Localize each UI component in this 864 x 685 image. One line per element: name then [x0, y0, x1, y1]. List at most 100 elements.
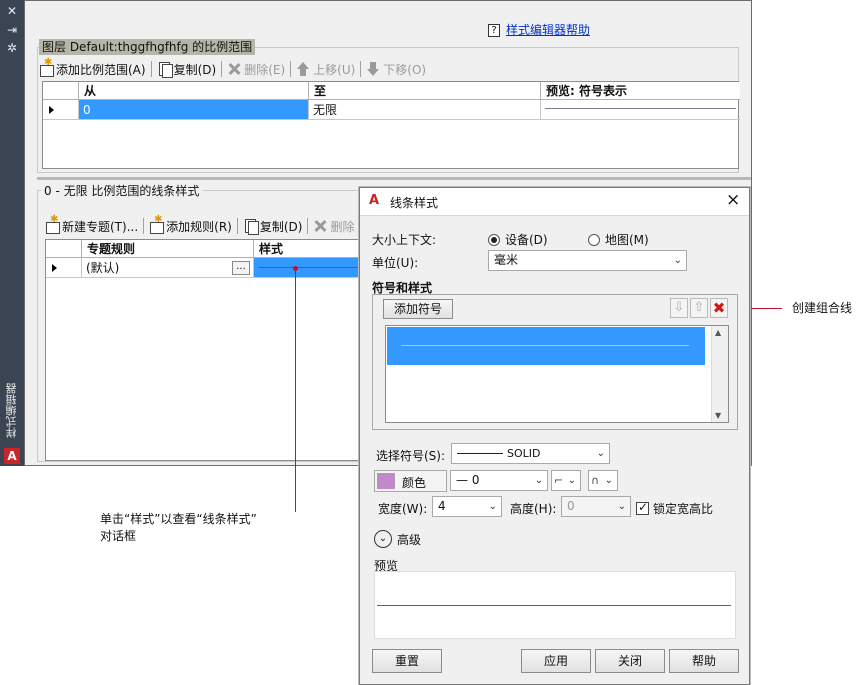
- copy-range-button[interactable]: 复制(D): [157, 60, 216, 78]
- size-context-label: 大小上下文:: [372, 233, 437, 247]
- map-radio[interactable]: 地图(M): [588, 231, 649, 248]
- width-select[interactable]: 4 ⌄: [432, 496, 502, 517]
- advanced-toggle[interactable]: ⌄ 高级: [374, 530, 421, 548]
- copy-icon: [157, 62, 173, 78]
- checkbox-checked-icon: [636, 500, 649, 515]
- scroll-up-icon[interactable]: ▲: [715, 328, 721, 337]
- help-row: ? 样式编辑器帮助: [488, 21, 590, 38]
- move-up-icon[interactable]: ⇧: [690, 298, 708, 318]
- units-label: 单位(U):: [372, 256, 419, 270]
- rule-toolbar: 新建专题(T)... 添加规则(R) 复制(D) 删除: [45, 214, 354, 235]
- width-label: 宽度(W):: [378, 502, 428, 516]
- apply-button[interactable]: 应用: [521, 649, 591, 673]
- add-rule-icon: [149, 214, 165, 234]
- callout-line: [295, 268, 296, 512]
- autocad-logo-icon: A: [369, 193, 380, 208]
- theme-rule-grid: 专题规则 样式 (默认)...: [45, 239, 366, 461]
- units-select[interactable]: 毫米 ⌄: [488, 250, 687, 271]
- chevron-down-icon: ⌄: [604, 475, 613, 486]
- column-header-style: 样式: [254, 240, 366, 258]
- symbol-list-scrollbar[interactable]: ▲ ▼: [711, 326, 728, 422]
- help-button[interactable]: 帮助: [669, 649, 739, 673]
- chevron-down-icon: ⌄: [673, 255, 682, 266]
- delete-icon: [313, 219, 327, 233]
- move-down-button[interactable]: 下移(O): [366, 60, 426, 78]
- row-selector[interactable]: [46, 258, 82, 278]
- add-rule-button[interactable]: 添加规则(R): [149, 214, 232, 235]
- symbol-order-buttons: ⇩ ⇧ ✖: [670, 298, 728, 319]
- splitter[interactable]: [37, 177, 751, 180]
- row-selector[interactable]: [43, 100, 79, 120]
- column-header-from: 从: [79, 82, 309, 100]
- line-join-select[interactable]: ⌐ ⌄: [551, 470, 581, 491]
- copy-rule-button[interactable]: 复制(D): [243, 217, 302, 235]
- symbol-select[interactable]: SOLID ⌄: [451, 443, 610, 464]
- callout-click-style: 单击“样式”以查看“线条样式” 对话框: [100, 512, 257, 543]
- properties-icon[interactable]: ✲: [4, 41, 20, 55]
- rule-ellipsis-button[interactable]: ...: [232, 261, 250, 275]
- add-range-icon: [39, 57, 54, 77]
- color-button[interactable]: 颜色: [374, 470, 447, 492]
- palette-title: 样式编辑器: [5, 383, 18, 438]
- line-style-dialog: A 线条样式 × 大小上下文: 设备(D) 地图(M) 单位(U): 毫米 ⌄ 符…: [359, 187, 750, 685]
- row-header-corner: [43, 82, 79, 100]
- symbols-panel: 添加符号 ⇩ ⇧ ✖ ▲ ▼: [372, 294, 738, 430]
- chevron-down-icon: ⌄: [596, 448, 605, 459]
- auto-hide-icon[interactable]: ⇥: [4, 23, 20, 37]
- height-label: 高度(H):: [510, 502, 557, 516]
- height-select[interactable]: 0 ⌄: [561, 496, 631, 517]
- line-cap-icon: ∩: [591, 474, 600, 487]
- color-swatch: [377, 473, 395, 489]
- preview-line: [377, 605, 731, 606]
- range-from-cell[interactable]: 0: [79, 100, 309, 120]
- solid-line-icon: [457, 453, 503, 454]
- scale-range-grid: 从 至 预览: 符号表示 0 无限: [42, 81, 740, 169]
- reset-button[interactable]: 重置: [372, 649, 442, 673]
- dialog-title: 线条样式: [390, 196, 439, 210]
- style-editor-help-link[interactable]: 样式编辑器帮助: [506, 23, 590, 37]
- expand-chevron-icon: ⌄: [374, 530, 392, 548]
- delete-range-button[interactable]: 删除(E): [227, 60, 285, 78]
- scale-range-group-title: 图层 Default:thggfhgfhfg 的比例范围: [39, 39, 256, 55]
- scroll-down-icon[interactable]: ▼: [715, 411, 721, 420]
- theme-rule-cell[interactable]: (默认)...: [82, 258, 254, 278]
- toolbar-separator: [143, 218, 145, 234]
- toolbar-separator: [221, 61, 223, 77]
- preview-box: [374, 571, 736, 639]
- toolbar-separator: [360, 61, 362, 77]
- add-symbol-button[interactable]: 添加符号: [383, 299, 453, 319]
- select-symbol-label: 选择符号(S):: [376, 449, 446, 463]
- symbol-list-item-selected[interactable]: [387, 327, 705, 365]
- device-radio[interactable]: 设备(D): [488, 231, 548, 248]
- palette-strip: ✕ ⇥ ✲ 样式编辑器 A: [0, 0, 24, 466]
- style-preview-line: [258, 267, 366, 268]
- close-icon[interactable]: ✕: [4, 4, 20, 18]
- help-icon: ?: [488, 24, 500, 37]
- current-row-arrow-icon: [49, 106, 54, 114]
- new-theme-button[interactable]: 新建专题(T)...: [45, 214, 138, 235]
- callout-create-compound-line: 创建组合线: [792, 301, 853, 315]
- range-to-cell[interactable]: 无限: [309, 100, 541, 120]
- lock-aspect-ratio-checkbox[interactable]: 锁定宽高比: [636, 500, 713, 517]
- close-icon[interactable]: ×: [726, 190, 740, 210]
- add-scale-range-button[interactable]: 添加比例范围(A): [39, 57, 146, 78]
- delete-rule-button[interactable]: 删除: [313, 217, 354, 235]
- toolbar-separator: [290, 61, 292, 77]
- chevron-down-icon: ⌄: [534, 475, 543, 486]
- toolbar-separator: [307, 218, 309, 234]
- style-cell[interactable]: [254, 258, 366, 278]
- toolbar-separator: [236, 218, 238, 234]
- line-cap-select[interactable]: ∩ ⌄: [588, 470, 618, 491]
- column-header-to: 至: [309, 82, 541, 100]
- symbol-list[interactable]: ▲ ▼: [385, 325, 729, 423]
- radio-unchecked-icon: [588, 234, 600, 246]
- line-weight-select[interactable]: — 0 ⌄: [450, 470, 548, 491]
- delete-symbol-icon[interactable]: ✖: [710, 298, 728, 318]
- move-up-button[interactable]: 上移(U): [296, 60, 355, 78]
- close-button[interactable]: 关闭: [595, 649, 665, 673]
- new-theme-icon: [45, 214, 60, 234]
- move-down-icon[interactable]: ⇩: [670, 298, 688, 318]
- current-row-arrow-icon: [52, 264, 57, 272]
- copy-icon: [243, 219, 259, 235]
- delete-icon: [227, 62, 241, 76]
